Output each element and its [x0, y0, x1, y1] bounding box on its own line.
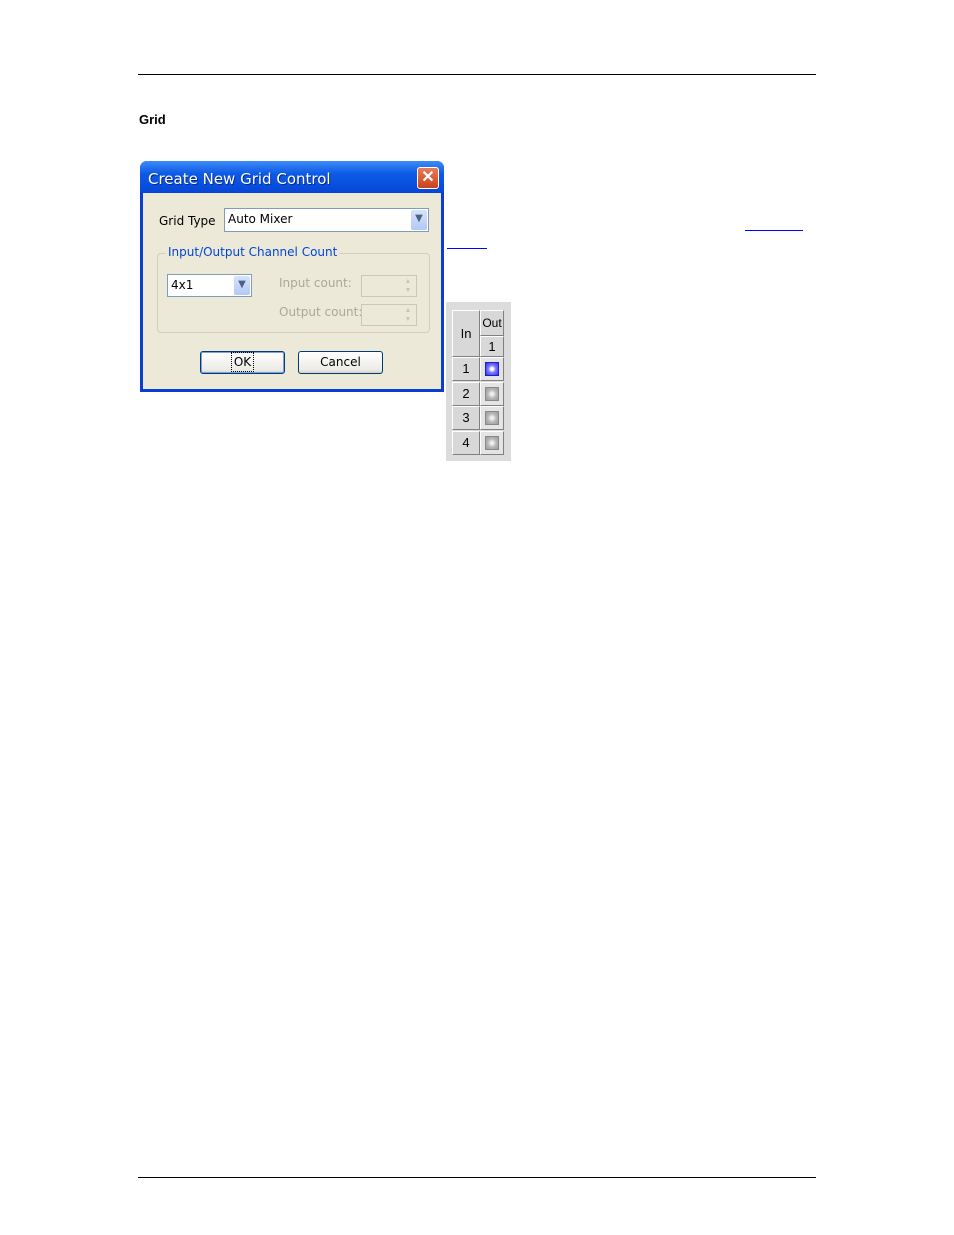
ok-label: OK — [230, 352, 255, 372]
out-header: Out — [480, 310, 504, 336]
crosspoint-off-icon[interactable] — [485, 411, 499, 425]
output-count-spinner[interactable]: ▲ ▼ — [361, 304, 417, 326]
chevron-down-icon[interactable]: ▼ — [411, 210, 427, 230]
header-rule — [138, 74, 816, 75]
crosspoint-off-icon[interactable] — [485, 435, 499, 450]
dialog-body: Grid Type Auto Mixer ▼ Input/Output Chan… — [143, 193, 441, 389]
grid-preview: In Out 1 1234 — [446, 302, 511, 461]
channel-preset-value: 4x1 — [171, 278, 194, 292]
output-label: 1 — [480, 336, 504, 357]
crosspoint-cell[interactable] — [480, 357, 504, 381]
create-grid-dialog: Create New Grid Control ✕ Grid Type Auto… — [140, 161, 444, 392]
output-count-label: Output count: — [279, 305, 363, 319]
spinner-arrows-icon[interactable]: ▲ ▼ — [401, 306, 415, 324]
grid-type-label: Grid Type — [159, 214, 216, 228]
channel-preset-select[interactable]: 4x1 ▼ — [167, 274, 252, 297]
input-label: 4 — [452, 430, 480, 455]
cross-reference-link[interactable] — [745, 230, 803, 231]
ok-button[interactable]: OK — [200, 351, 285, 374]
dialog-titlebar[interactable]: Create New Grid Control ✕ — [140, 161, 444, 193]
channel-count-group: Input/Output Channel Count 4x1 ▼ Input c… — [157, 245, 430, 333]
footer-rule — [138, 1177, 816, 1178]
crosspoint-cell[interactable] — [480, 406, 504, 430]
group-label: Input/Output Channel Count — [166, 245, 340, 259]
cancel-label: Cancel — [320, 355, 361, 369]
input-count-label: Input count: — [279, 276, 352, 290]
chevron-down-icon[interactable]: ▼ — [234, 276, 250, 295]
dialog-title: Create New Grid Control — [148, 170, 331, 188]
input-label: 1 — [452, 357, 480, 381]
input-label: 2 — [452, 381, 480, 406]
grid-type-value: Auto Mixer — [228, 212, 293, 226]
input-label: 3 — [452, 406, 480, 430]
in-header: In — [452, 310, 480, 357]
close-icon: ✕ — [421, 169, 435, 186]
close-button[interactable]: ✕ — [417, 167, 439, 189]
input-count-spinner[interactable]: ▲ ▼ — [361, 275, 417, 297]
crosspoint-cell[interactable] — [480, 381, 504, 406]
crosspoint-on-icon[interactable] — [485, 362, 499, 376]
cross-reference-link-continued[interactable] — [447, 248, 487, 249]
cancel-button[interactable]: Cancel — [298, 351, 383, 374]
section-heading: Grid — [139, 112, 166, 127]
crosspoint-off-icon[interactable] — [485, 386, 499, 401]
spinner-arrows-icon[interactable]: ▲ ▼ — [401, 277, 415, 295]
grid-type-select[interactable]: Auto Mixer ▼ — [224, 208, 429, 232]
crosspoint-cell[interactable] — [480, 430, 504, 455]
